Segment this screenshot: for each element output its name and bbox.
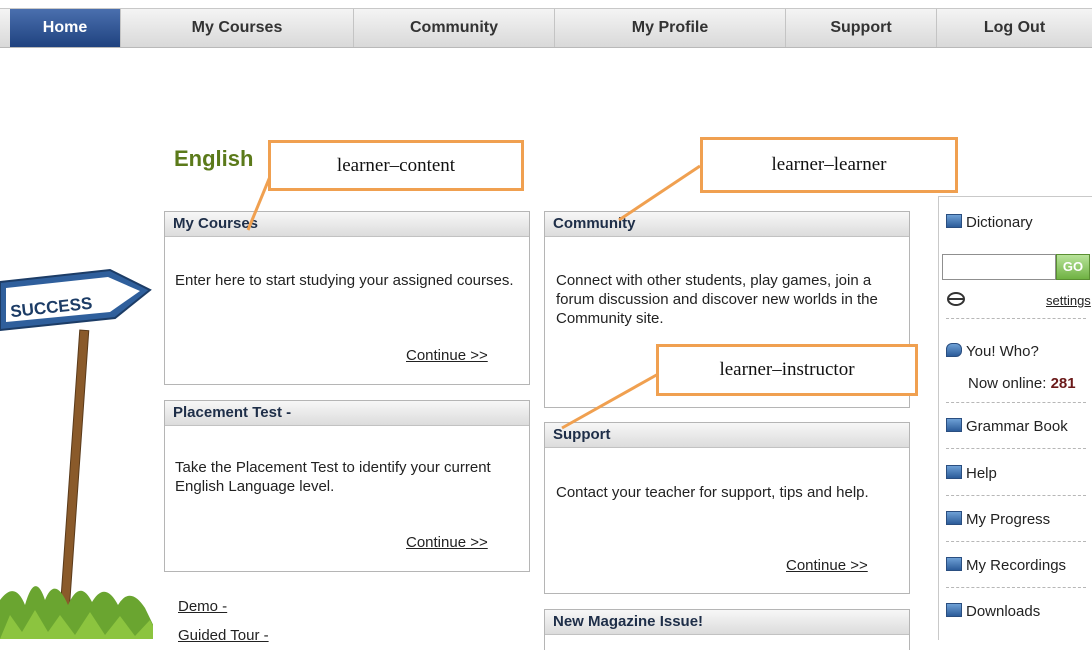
book-icon <box>946 418 962 432</box>
sidebar-divider <box>946 495 1086 496</box>
my-courses-heading[interactable]: My Courses <box>165 212 529 237</box>
dictionary-go-button[interactable]: GO <box>1056 254 1090 280</box>
support-heading[interactable]: Support <box>545 423 909 448</box>
now-online-count: 281 <box>1050 375 1076 392</box>
magazine-box: New Magazine Issue! <box>544 609 910 650</box>
success-signpost-image: SUCCESS <box>0 268 160 639</box>
support-continue-link[interactable]: Continue >> <box>786 557 868 574</box>
sidebar-divider <box>946 587 1086 588</box>
community-text: Connect with other students, play games,… <box>556 272 878 327</box>
community-heading[interactable]: Community <box>545 212 909 237</box>
support-text: Contact your teacher for support, tips a… <box>556 484 869 501</box>
tab-home[interactable]: Home <box>10 9 121 47</box>
sidebar-divider <box>946 541 1086 542</box>
dictionary-search-input[interactable] <box>942 254 1056 280</box>
my-courses-continue-link[interactable]: Continue >> <box>406 347 488 364</box>
dictionary-icon <box>946 214 962 228</box>
chat-bubble-icon <box>946 343 962 357</box>
tab-my-courses[interactable]: My Courses <box>121 9 354 47</box>
my-progress-label: My Progress <box>966 511 1051 528</box>
callout-learner-content: learner–content <box>268 140 524 191</box>
callout-learner-instructor: learner–instructor <box>656 344 918 396</box>
dictionary-settings-link[interactable]: settings <box>1046 293 1091 308</box>
now-online-status: Now online: 281 <box>968 375 1076 392</box>
sidebar-item-downloads[interactable]: Downloads <box>946 603 1040 620</box>
tab-support[interactable]: Support <box>786 9 937 47</box>
sidebar-item-dictionary[interactable]: Dictionary <box>946 214 1033 231</box>
my-courses-text: Enter here to start studying your assign… <box>175 272 514 289</box>
sidebar-item-grammar-book[interactable]: Grammar Book <box>946 418 1068 435</box>
placement-test-heading[interactable]: Placement Test - <box>165 401 529 426</box>
sidebar-divider <box>946 402 1086 403</box>
sidebar-item-my-progress[interactable]: My Progress <box>946 511 1050 528</box>
demo-link[interactable]: Demo - <box>178 598 227 615</box>
now-online-label: Now online: <box>968 375 1047 392</box>
my-recordings-label: My Recordings <box>966 557 1067 574</box>
top-nav: Home My Courses Community My Profile Sup… <box>0 8 1092 48</box>
sidebar-divider <box>946 448 1086 449</box>
tab-my-profile[interactable]: My Profile <box>555 9 786 47</box>
sidebar-divider <box>946 318 1086 319</box>
guided-tour-link[interactable]: Guided Tour - <box>178 627 269 644</box>
download-icon <box>946 603 962 617</box>
tab-community[interactable]: Community <box>354 9 555 47</box>
help-icon <box>946 465 962 479</box>
progress-chart-icon <box>946 511 962 525</box>
dictionary-label: Dictionary <box>966 214 1033 231</box>
recording-icon <box>946 557 962 571</box>
sidebar-item-help[interactable]: Help <box>946 465 997 482</box>
placement-test-continue-link[interactable]: Continue >> <box>406 534 488 551</box>
you-who-label: You! Who? <box>966 343 1039 360</box>
grammar-book-label: Grammar Book <box>966 418 1068 435</box>
help-label: Help <box>966 465 997 482</box>
downloads-label: Downloads <box>966 603 1041 620</box>
magazine-heading[interactable]: New Magazine Issue! <box>545 610 909 635</box>
dictionary-settings-icon <box>947 292 965 306</box>
sidebar-item-you-who[interactable]: You! Who? <box>946 343 1039 360</box>
sidebar-item-my-recordings[interactable]: My Recordings <box>946 557 1066 574</box>
placement-test-text: Take the Placement Test to identify your… <box>175 459 491 495</box>
tab-log-out[interactable]: Log Out <box>937 9 1092 47</box>
callout-learner-learner: learner–learner <box>700 137 958 193</box>
page-title: English <box>174 146 254 171</box>
